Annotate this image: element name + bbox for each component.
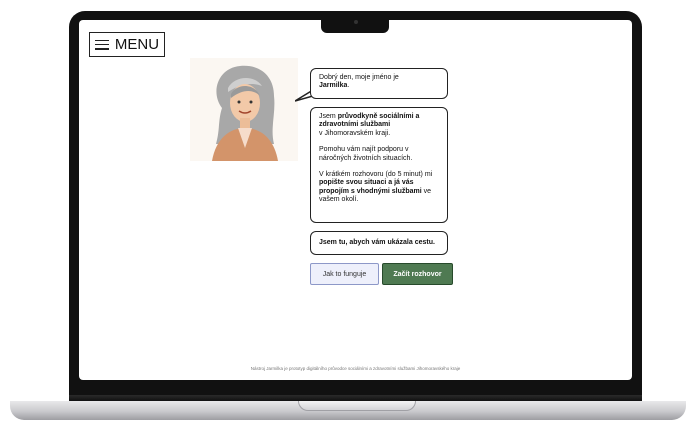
camera-notch — [321, 16, 389, 33]
base-notch — [298, 401, 416, 411]
greeting-punct: . — [347, 82, 350, 90]
bot-name: Jarmilka — [319, 82, 348, 90]
intro-text-2: v Jihomoravském kraji. — [319, 129, 391, 137]
intro-bubble: Jsem průvodkyně sociálními a zdravotními… — [310, 107, 448, 223]
footer-text: Nástroj Jarmilka je prototyp digitálního… — [250, 366, 461, 371]
tagline-bubble: Jsem tu, abych vám ukázala cestu. — [310, 231, 448, 255]
avatar — [190, 58, 298, 161]
tagline-text: Jsem tu, abych vám ukázala cestu. — [319, 238, 435, 246]
instr-text-1: V krátkém rozhovoru (do 5 minut) mi — [319, 171, 433, 179]
camera-icon — [354, 20, 358, 24]
greeting-text: Dobrý den, moje jméno je — [319, 74, 399, 81]
hamburger-icon — [94, 39, 109, 50]
menu-label: MENU — [114, 36, 160, 53]
how-it-works-button[interactable]: Jak to funguje — [310, 263, 379, 285]
intro-text-1: Jsem — [319, 113, 336, 120]
menu-button[interactable]: MENU — [89, 32, 165, 57]
help-text: Pomohu vám najít podporu v náročných živ… — [319, 146, 413, 162]
greeting-bubble: Dobrý den, moje jméno je Jarmilka. — [310, 68, 448, 99]
instr-bold: popište svou situaci a já vás propojím s… — [319, 179, 422, 195]
app-screen: MENU Dobrý den, moje jméno je Jarmilka. … — [79, 20, 632, 380]
start-conversation-button[interactable]: Začít rozhovor — [382, 263, 453, 285]
